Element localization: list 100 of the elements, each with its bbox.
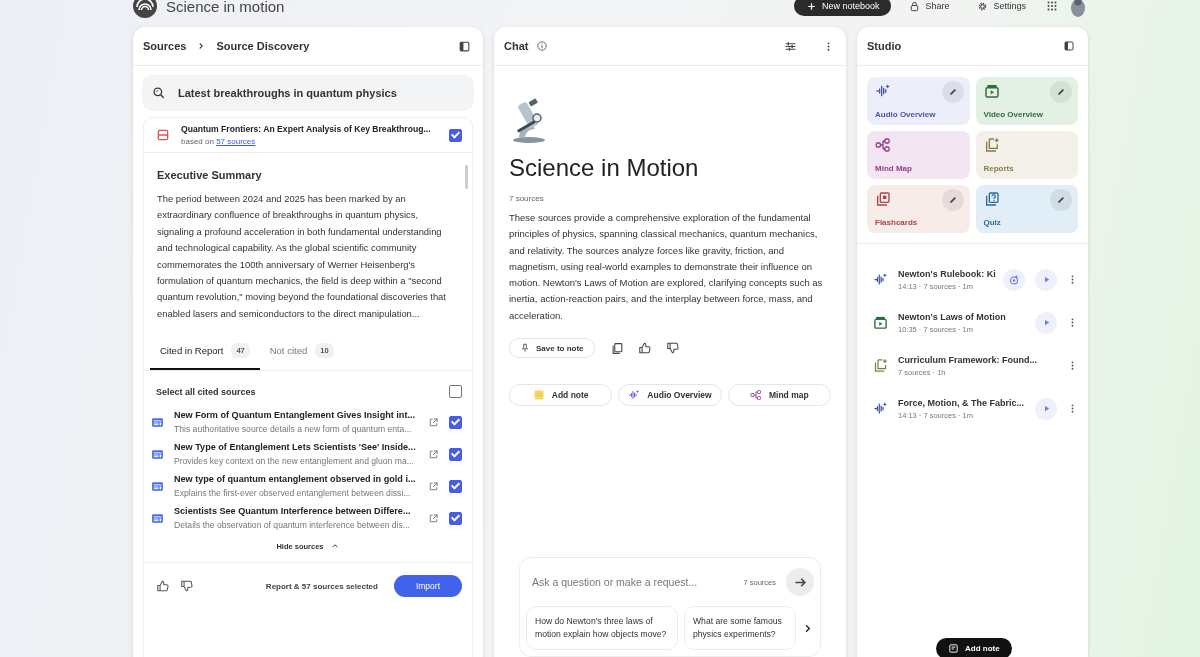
checkbox[interactable] (449, 385, 462, 399)
source-title[interactable]: New type of quantum entanglement observed in gold i... (174, 474, 418, 485)
flashcards-icon (875, 191, 891, 207)
article-icon (151, 511, 164, 525)
suggestion-chip[interactable]: Audio Overview (618, 384, 722, 407)
external-link-icon[interactable] (428, 448, 439, 460)
panel-title: Studio (867, 40, 902, 52)
studio-tile[interactable]: Audio Overview (867, 77, 970, 125)
edit-button[interactable] (941, 81, 964, 103)
checkbox[interactable] (449, 479, 462, 493)
mind-map-icon (875, 137, 891, 153)
sources-link[interactable]: 57 sources (216, 137, 256, 146)
waveform-icon (873, 401, 888, 416)
report-title[interactable]: Quantum Frontiers: An Expert Analysis of Key Breakthroug... (181, 124, 438, 134)
panel-toggle-icon[interactable] (1063, 40, 1075, 52)
new-notebook-button[interactable]: New notebook (793, 0, 892, 16)
tile-label: Audio Overview (875, 110, 937, 119)
notebook-heading: Science in Motion (509, 154, 700, 182)
mind-map-icon (750, 389, 762, 402)
lock-icon (909, 0, 921, 12)
external-link-icon[interactable] (428, 480, 439, 492)
notebook-summary: These sources provide a comprehensive exploration of the fundamental principles of physics, spanning classical mechanics, quantum mechanics, and relativity. The sources analyze forces like gravity, friction, and magnetism, using real-world examples to demonstrate their influence on motion. Newton's Laws of Motion are explored, clarifying concepts such as inertia, action-reaction pairs, and the interplay between force, mass, and acceleration. (509, 211, 824, 323)
pencil-icon (947, 195, 958, 205)
save-to-note-button[interactable]: Save to note (509, 338, 595, 359)
source-description: Explains the first-ever observed entanglement between dissi... (174, 488, 412, 499)
copy-icon[interactable] (610, 341, 624, 355)
studio-tile[interactable]: Reports (975, 131, 1078, 179)
checkbox[interactable] (449, 415, 462, 429)
settings-icon (977, 0, 989, 12)
scrollbar[interactable] (465, 165, 468, 189)
source-title[interactable]: New Type of Entanglement Lets Scientists 'See' Inside... (174, 442, 418, 453)
chat-input-field[interactable]: Ask a question or make a request... (532, 576, 744, 588)
studio-tile[interactable]: Mind Map (867, 131, 970, 179)
note-icon (532, 389, 545, 402)
studio-tile[interactable]: Video Overview (975, 77, 1078, 125)
interactive-mode-button[interactable] (1003, 268, 1025, 291)
thumbs-up-icon[interactable] (156, 579, 170, 594)
source-count: 7 sources (509, 194, 545, 203)
share-button[interactable]: Share (899, 0, 960, 16)
source-description: Details the observation of quantum interference between dis... (174, 520, 411, 531)
quiz-icon (983, 191, 1000, 207)
suggested-question[interactable]: What are some famous physics experiments? (684, 606, 796, 650)
import-button[interactable]: Import (393, 575, 462, 598)
thumbs-down-icon[interactable] (665, 341, 680, 356)
tile-label: Flashcards (875, 218, 919, 227)
source-description: This authoritative source details a new form of quantum enta... (174, 424, 413, 435)
query-text: Latest breakthroughs in quantum physics (178, 87, 397, 99)
select-all-label: Select all cited sources (156, 386, 256, 397)
article-icon (151, 415, 164, 429)
waveform-icon (873, 272, 888, 287)
video-icon (873, 315, 888, 330)
external-link-icon[interactable] (428, 416, 439, 428)
suggestion-chip[interactable]: Mind map (727, 384, 831, 407)
checkbox[interactable] (449, 128, 462, 142)
edit-button[interactable] (1050, 189, 1072, 211)
summary-text: The period between 2024 and 2025 has been marked by an extraordinary confluence of breakthroughs in quantum physics, signaling a profound acceleration in both fundamental understanding and technological capability. As the global scientific community commemorates the 100th anniversary of Werner Heisenberg's formulation of quantum mechanics, the field is deep within a "second quantum revolution," moving beyond the foundational discoveries that enabled lasers and semiconductors to the direct manipulation... (157, 192, 447, 321)
report-stack-icon (983, 137, 1000, 153)
document-icon (156, 128, 170, 142)
report-source-text: based on (181, 137, 214, 146)
breadcrumb-link[interactable]: Sources (143, 40, 187, 52)
pencil-icon (1056, 87, 1066, 97)
tile-label: Mind Map (875, 164, 913, 173)
source-title[interactable]: New Form of Quantum Entanglement Gives Insight int... (174, 410, 418, 421)
studio-tile[interactable]: Quiz (975, 185, 1078, 233)
video-icon (983, 83, 1000, 99)
output-title[interactable]: Force, Motion, & The Fabric... (898, 397, 1025, 408)
interactive-icon (1008, 273, 1020, 286)
external-link-icon[interactable] (428, 512, 439, 524)
article-icon (151, 447, 164, 461)
panel-toggle-icon[interactable] (458, 39, 471, 53)
source-title[interactable]: Scientists See Quantum Interference between Differe... (174, 506, 418, 517)
settings-button[interactable]: Settings (967, 0, 1036, 16)
output-title[interactable]: Curriculum Framework: Found... (898, 354, 1057, 365)
suggested-question[interactable]: How do Newton's three laws of motion explain how objects move? (526, 606, 678, 650)
thumbs-up-icon[interactable] (637, 341, 652, 356)
search-icon (152, 86, 166, 100)
suggestion-chip[interactable]: Add note (509, 384, 613, 407)
studio-tile[interactable]: Flashcards (867, 185, 970, 233)
article-icon (151, 479, 164, 493)
send-button[interactable] (786, 568, 814, 596)
panel-title: Chat (504, 40, 529, 52)
apps-grid-icon[interactable] (1046, 0, 1058, 12)
sliders-icon[interactable] (784, 39, 797, 53)
report-stack-icon (873, 358, 888, 373)
output-title[interactable]: Newton's Rulebook: Ki (898, 268, 993, 279)
tile-label: Reports (983, 164, 1015, 173)
waveform-icon (875, 83, 891, 99)
tile-label: Quiz (983, 218, 1002, 227)
pencil-icon (947, 87, 958, 97)
edit-button[interactable] (941, 189, 964, 211)
waveform-icon (628, 389, 641, 402)
info-icon[interactable] (536, 40, 549, 52)
thumbs-down-icon[interactable] (180, 579, 194, 594)
checkbox[interactable] (449, 447, 462, 461)
tile-label: Video Overview (983, 110, 1044, 119)
checkbox[interactable] (449, 511, 462, 525)
edit-button[interactable] (1050, 81, 1072, 103)
avatar[interactable] (1069, 0, 1087, 17)
add-note-button[interactable]: Add note (936, 638, 1012, 657)
output-title[interactable]: Newton's Laws of Motion (898, 311, 1025, 322)
